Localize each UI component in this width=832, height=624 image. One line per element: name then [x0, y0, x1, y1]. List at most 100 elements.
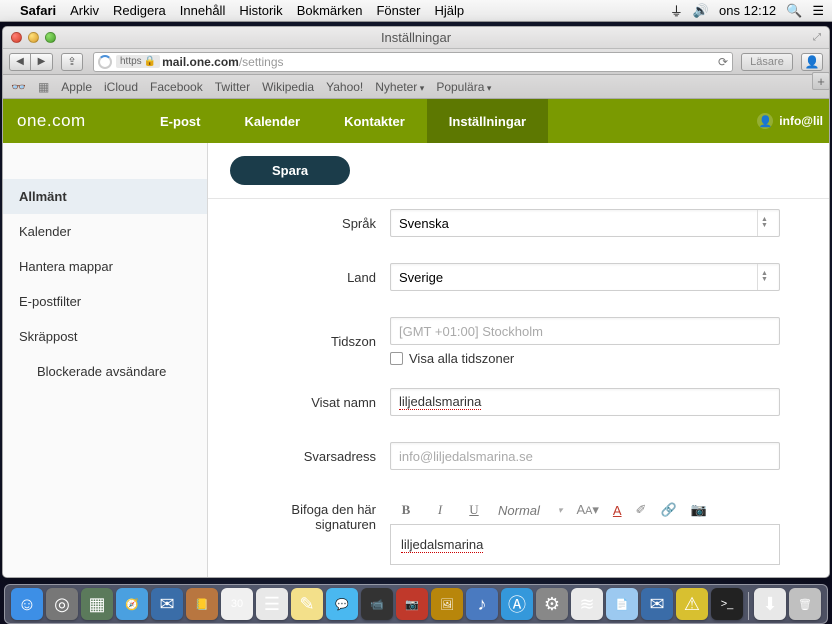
dock-itunes[interactable]: ♪: [466, 588, 498, 620]
settings-sidebar: Allmänt Kalender Hantera mappar E-postfi…: [3, 143, 208, 577]
dock-warning[interactable]: ⚠: [676, 588, 708, 620]
menu-innehall[interactable]: Innehåll: [180, 3, 226, 18]
downloads-button[interactable]: 👤: [801, 53, 823, 71]
display-name-input[interactable]: liljedalsmarina: [390, 388, 780, 416]
dock-calendar[interactable]: 30: [221, 588, 253, 620]
dock-openoffice[interactable]: ≋: [571, 588, 603, 620]
fullscreen-icon[interactable]: ⤢: [813, 32, 821, 43]
link-button[interactable]: 🔗: [660, 502, 676, 518]
font-color-button[interactable]: A: [613, 503, 622, 518]
dock-trash[interactable]: 🗑: [789, 588, 821, 620]
close-window-button[interactable]: [11, 32, 22, 43]
spotlight-icon[interactable]: 🔍: [786, 3, 802, 19]
style-select[interactable]: Normal▾: [498, 503, 562, 518]
reply-to-input[interactable]: info@liljedalsmarina.se: [390, 442, 780, 470]
dock-mail[interactable]: ✉: [151, 588, 183, 620]
bm-icloud[interactable]: iCloud: [104, 80, 138, 94]
dock-appstore[interactable]: Ⓐ: [501, 588, 533, 620]
dock-photobooth[interactable]: 📷: [396, 588, 428, 620]
forward-button[interactable]: ▶: [31, 53, 53, 71]
reader-button[interactable]: Läsare: [741, 53, 793, 71]
wifi-icon[interactable]: ⏚: [670, 1, 683, 20]
bm-apple[interactable]: Apple: [61, 80, 92, 94]
dock-downloads[interactable]: ⬇: [754, 588, 786, 620]
sidebar-item-epostfilter[interactable]: E-postfilter: [3, 284, 207, 319]
tab-installningar[interactable]: Inställningar: [427, 99, 548, 143]
dock-mission[interactable]: ▦: [81, 588, 113, 620]
sidebar-item-allmant[interactable]: Allmänt: [3, 179, 207, 214]
volume-icon[interactable]: 🔊: [693, 3, 709, 19]
back-button[interactable]: ◀: [9, 53, 31, 71]
topsites-icon[interactable]: ▦: [38, 80, 49, 94]
share-button[interactable]: ⇪: [61, 53, 83, 71]
bm-wikipedia[interactable]: Wikipedia: [262, 80, 314, 94]
menu-bokmarken[interactable]: Bokmärken: [297, 3, 363, 18]
sidebar-item-blockerade[interactable]: Blockerade avsändare: [3, 354, 207, 389]
sidebar-item-hantera-mappar[interactable]: Hantera mappar: [3, 249, 207, 284]
timezone-input[interactable]: [GMT +01:00] Stockholm: [390, 317, 780, 345]
dock-contacts[interactable]: 📒: [186, 588, 218, 620]
menu-fonster[interactable]: Fönster: [376, 3, 420, 18]
dock-notes[interactable]: ✎: [291, 588, 323, 620]
brand-logo[interactable]: one.com: [3, 111, 138, 131]
label-language: Språk: [230, 216, 390, 231]
bookmarks-bar: 👓 ▦ Apple iCloud Facebook Twitter Wikipe…: [3, 75, 829, 99]
address-bar[interactable]: https🔒 mail.one.com /settings ⟳: [93, 52, 733, 72]
safari-window: Inställningar ⤢ ◀ ▶ ⇪ https🔒 mail.one.co…: [2, 26, 830, 578]
zoom-window-button[interactable]: [45, 32, 56, 43]
dock-safari[interactable]: 🧭: [116, 588, 148, 620]
sidebar-item-skrappost[interactable]: Skräppost: [3, 319, 207, 354]
mac-menubar: Safari Arkiv Redigera Innehåll Historik …: [0, 0, 832, 22]
browser-toolbar: ◀ ▶ ⇪ https🔒 mail.one.com /settings ⟳ Lä…: [3, 49, 829, 75]
user-menu[interactable]: 👤 info@lil: [757, 113, 829, 129]
dock-terminal[interactable]: >_: [711, 588, 743, 620]
dock-sysprefs[interactable]: ⚙: [536, 588, 568, 620]
menu-redigera[interactable]: Redigera: [113, 3, 166, 18]
notifications-icon[interactable]: ☰: [812, 3, 824, 19]
menu-app[interactable]: Safari: [20, 3, 56, 18]
tab-epost[interactable]: E-post: [138, 99, 222, 143]
dock-facetime[interactable]: 📹: [361, 588, 393, 620]
label-country: Land: [230, 270, 390, 285]
dock-thunderbird[interactable]: ✉: [641, 588, 673, 620]
dock-finder[interactable]: ☺: [11, 588, 43, 620]
menu-historik[interactable]: Historik: [239, 3, 282, 18]
underline-button[interactable]: U: [464, 502, 484, 518]
https-badge: https🔒: [116, 55, 160, 68]
user-email: info@lil: [779, 114, 823, 128]
bm-facebook[interactable]: Facebook: [150, 80, 203, 94]
bm-nyheter[interactable]: Nyheter: [375, 80, 424, 94]
image-button[interactable]: 📷: [691, 502, 707, 518]
bm-populara[interactable]: Populära: [436, 80, 491, 94]
dock-iphoto[interactable]: 🖼: [431, 588, 463, 620]
show-all-timezones-checkbox[interactable]: [390, 352, 403, 365]
reload-icon[interactable]: ⟳: [718, 55, 728, 69]
save-button[interactable]: Spara: [230, 156, 350, 185]
country-select[interactable]: Sverige ▲▼: [390, 263, 780, 291]
tab-kalender[interactable]: Kalender: [222, 99, 322, 143]
menubar-clock[interactable]: ons 12:12: [719, 3, 776, 18]
dock-launchpad[interactable]: ◎: [46, 588, 78, 620]
new-tab-button[interactable]: +: [812, 72, 830, 90]
signature-editor[interactable]: liljedalsmarina: [391, 524, 779, 564]
dock: ☺◎▦🧭✉📒30☰✎💬📹📷🖼♪Ⓐ⚙≋📄✉⚠>_⬇🗑: [4, 584, 828, 624]
menu-hjalp[interactable]: Hjälp: [435, 3, 465, 18]
language-select[interactable]: Svenska ▲▼: [390, 209, 780, 237]
sidebar-item-kalender[interactable]: Kalender: [3, 214, 207, 249]
italic-button[interactable]: I: [430, 502, 450, 518]
signature-toolbar: B I U Normal▾ AA▾ A ✐ 🔗 📷: [390, 496, 780, 524]
clear-format-button[interactable]: ✐: [636, 502, 647, 518]
bm-twitter[interactable]: Twitter: [215, 80, 250, 94]
bm-yahoo[interactable]: Yahoo!: [326, 80, 363, 94]
bold-button[interactable]: B: [396, 502, 416, 518]
font-size-button[interactable]: AA▾: [576, 502, 598, 518]
dock-reminders[interactable]: ☰: [256, 588, 288, 620]
tab-kontakter[interactable]: Kontakter: [322, 99, 427, 143]
minimize-window-button[interactable]: [28, 32, 39, 43]
menu-arkiv[interactable]: Arkiv: [70, 3, 99, 18]
glasses-icon[interactable]: 👓: [11, 80, 26, 94]
dock-messages[interactable]: 💬: [326, 588, 358, 620]
label-timezone: Tidszon: [230, 334, 390, 349]
dock-textedit[interactable]: 📄: [606, 588, 638, 620]
window-titlebar[interactable]: Inställningar ⤢: [3, 27, 829, 49]
